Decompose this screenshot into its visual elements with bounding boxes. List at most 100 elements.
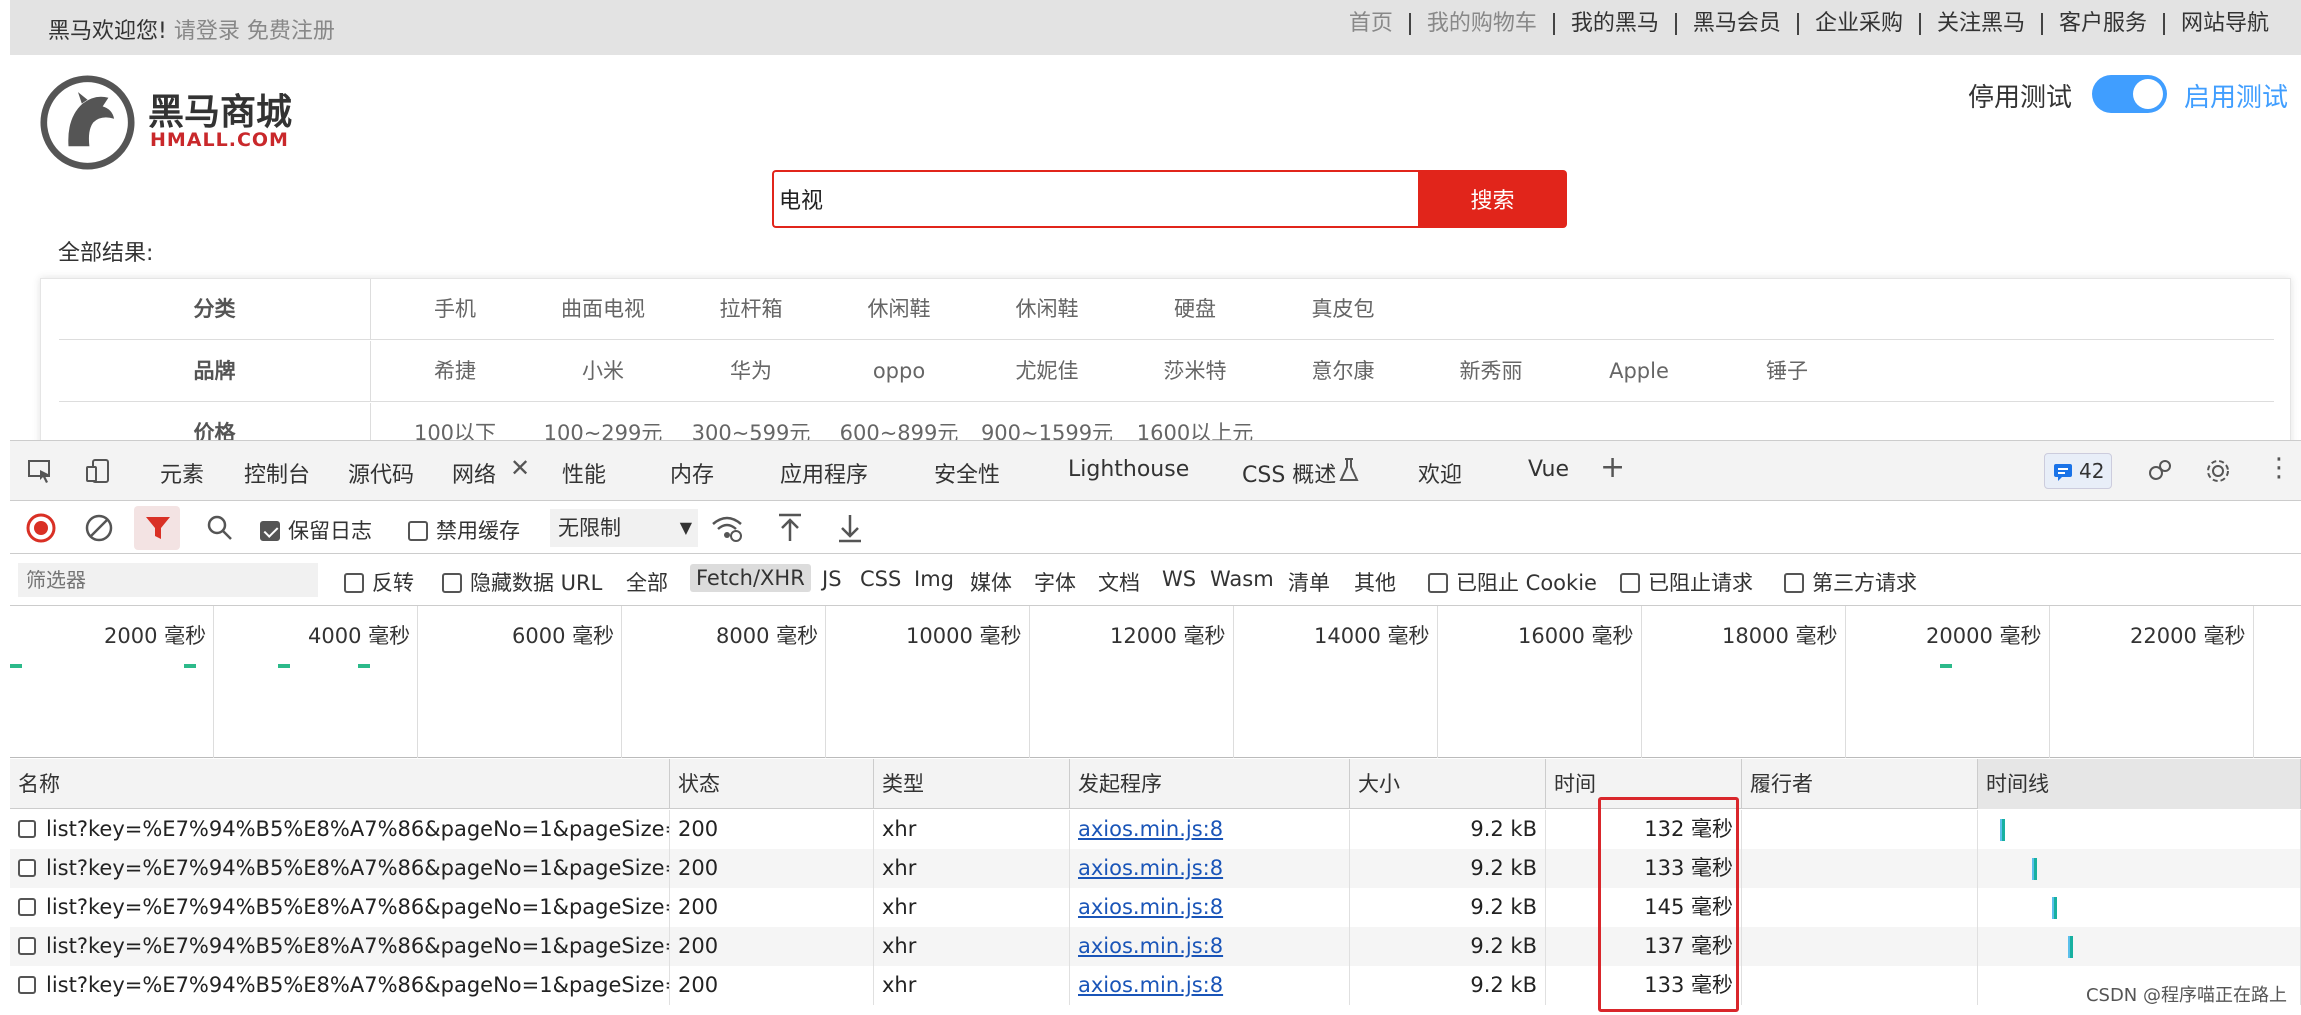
table-row[interactable]: list?key=%E7%94%B5%E8%A7%86&pageNo=1&pag…	[10, 849, 2301, 888]
column-header-size[interactable]: 大小	[1350, 759, 1546, 809]
issues-badge[interactable]: 42	[2044, 453, 2112, 489]
record-stop-icon[interactable]	[26, 513, 56, 543]
add-tab-icon[interactable]: +	[1600, 450, 1625, 485]
filter-option[interactable]: oppo	[825, 341, 973, 402]
third-party-checkbox[interactable]: 第三方请求	[1784, 567, 1917, 597]
device-toolbar-icon[interactable]	[84, 457, 112, 485]
type-filter-other[interactable]: 其他	[1354, 567, 1396, 597]
filter-option[interactable]: 锤子	[1713, 341, 1861, 402]
tab-network[interactable]: 网络	[452, 457, 496, 489]
clear-icon[interactable]	[84, 513, 114, 543]
type-filter-wasm[interactable]: Wasm	[1210, 567, 1274, 591]
tab-application[interactable]: 应用程序	[780, 457, 868, 489]
type-filter-doc[interactable]: 文档	[1098, 567, 1140, 597]
table-row[interactable]: list?key=%E7%94%B5%E8%A7%86&pageNo=1&pag…	[10, 888, 2301, 927]
network-conditions-icon[interactable]	[710, 512, 744, 544]
tab-elements[interactable]: 元素	[160, 457, 204, 489]
filter-option[interactable]: 曲面电视	[529, 279, 677, 340]
checkbox-unchecked[interactable]	[1428, 572, 1448, 593]
table-row[interactable]: list?key=%E7%94%B5%E8%A7%86&pageNo=1&pag…	[10, 927, 2301, 966]
login-link[interactable]: 请登录	[174, 19, 240, 44]
initiator-link[interactable]: axios.min.js:8	[1070, 927, 1350, 966]
type-filter-manifest[interactable]: 清单	[1288, 567, 1330, 597]
nav-enterprise[interactable]: 企业采购	[1796, 13, 1919, 35]
preserve-log-checkbox[interactable]: 保留日志	[260, 515, 372, 545]
column-header-status[interactable]: 状态	[670, 759, 874, 809]
filter-option[interactable]: 莎米特	[1121, 341, 1269, 402]
column-header-initiator[interactable]: 发起程序	[1070, 759, 1350, 809]
type-filter-media[interactable]: 媒体	[970, 567, 1012, 597]
checkbox-unchecked[interactable]	[408, 520, 428, 541]
filter-option[interactable]: 尤妮佳	[973, 341, 1121, 402]
type-filter-js[interactable]: JS	[822, 567, 842, 591]
tab-console[interactable]: 控制台	[244, 457, 310, 489]
filter-option[interactable]: 休闲鞋	[825, 279, 973, 340]
filter-option[interactable]: 拉杆箱	[677, 279, 825, 340]
checkbox-unchecked[interactable]	[344, 572, 364, 593]
filter-funnel-icon[interactable]	[144, 514, 172, 542]
hide-data-url-checkbox[interactable]: 隐藏数据 URL	[442, 567, 602, 597]
type-filter-ws[interactable]: WS	[1162, 567, 1196, 591]
filter-option[interactable]: 休闲鞋	[973, 279, 1121, 340]
initiator-link[interactable]: axios.min.js:8	[1070, 966, 1350, 1005]
type-filter-img[interactable]: Img	[914, 567, 954, 591]
column-header-waterfall[interactable]: 时间线	[1978, 759, 2301, 809]
checkbox-unchecked[interactable]	[442, 572, 462, 593]
initiator-link[interactable]: axios.min.js:8	[1070, 888, 1350, 927]
network-overview-timeline[interactable]: 2000 毫秒 4000 毫秒 6000 毫秒 8000 毫秒 10000 毫秒…	[10, 606, 2301, 758]
nav-home[interactable]: 首页	[1333, 13, 1409, 35]
filter-option[interactable]: 真皮包	[1269, 279, 1417, 340]
tab-memory[interactable]: 内存	[670, 457, 714, 489]
export-har-icon[interactable]	[836, 512, 864, 544]
filter-option[interactable]: 希捷	[381, 341, 529, 402]
import-har-icon[interactable]	[776, 512, 804, 544]
tab-welcome[interactable]: 欢迎	[1418, 457, 1462, 489]
table-row[interactable]: list?key=%E7%94%B5%E8%A7%86&pageNo=1&pag…	[10, 966, 2301, 1005]
search-button[interactable]: 搜索	[1418, 170, 1567, 228]
blocked-cookies-checkbox[interactable]: 已阻止 Cookie	[1428, 567, 1597, 597]
tab-security[interactable]: 安全性	[934, 457, 1000, 489]
search-icon[interactable]	[206, 514, 234, 542]
filter-option[interactable]: 手机	[381, 279, 529, 340]
type-filter-css[interactable]: CSS	[860, 567, 901, 591]
checkbox-unchecked[interactable]	[1620, 572, 1640, 593]
filter-option[interactable]: Apple	[1565, 341, 1713, 402]
nav-follow[interactable]: 关注黑马	[1918, 13, 2041, 35]
nav-membership[interactable]: 黑马会员	[1674, 13, 1797, 35]
table-row[interactable]: list?key=%E7%94%B5%E8%A7%86&pageNo=1&pag…	[10, 810, 2301, 849]
invert-checkbox[interactable]: 反转	[344, 567, 414, 597]
register-link[interactable]: 免费注册	[247, 19, 335, 44]
tab-css-overview[interactable]: CSS 概述	[1242, 457, 1336, 489]
user-settings-icon[interactable]	[2146, 457, 2174, 485]
blocked-requests-checkbox[interactable]: 已阻止请求	[1620, 567, 1753, 597]
type-filter-font[interactable]: 字体	[1034, 567, 1076, 597]
tab-vue[interactable]: Vue	[1528, 457, 1569, 482]
tab-performance[interactable]: 性能	[562, 457, 606, 489]
initiator-link[interactable]: axios.min.js:8	[1070, 849, 1350, 888]
search-input[interactable]	[772, 170, 1418, 228]
throttle-select[interactable]: 无限制 ▼	[550, 509, 698, 547]
checkbox-unchecked[interactable]	[1784, 572, 1804, 593]
column-header-fulfilled-by[interactable]: 履行者	[1742, 759, 1978, 809]
filter-option[interactable]: 意尔康	[1269, 341, 1417, 402]
column-header-type[interactable]: 类型	[874, 759, 1070, 809]
filter-option[interactable]: 新秀丽	[1417, 341, 1565, 402]
type-filter-fetch-xhr[interactable]: Fetch/XHR	[690, 564, 811, 592]
test-toggle-switch[interactable]	[2092, 75, 2167, 113]
inspect-element-icon[interactable]	[26, 457, 54, 485]
close-tab-icon[interactable]: ✕	[510, 454, 530, 482]
filter-option[interactable]: 硬盘	[1121, 279, 1269, 340]
tab-lighthouse[interactable]: Lighthouse	[1068, 457, 1189, 482]
gear-icon[interactable]	[2204, 457, 2232, 485]
network-filter-input[interactable]	[18, 563, 318, 597]
nav-service[interactable]: 客户服务	[2040, 13, 2163, 35]
nav-my-account[interactable]: 我的黑马	[1552, 13, 1675, 35]
tab-sources[interactable]: 源代码	[348, 457, 414, 489]
column-header-name[interactable]: 名称	[10, 759, 670, 809]
filter-option[interactable]: 华为	[677, 341, 825, 402]
disable-cache-checkbox[interactable]: 禁用缓存	[408, 515, 520, 545]
type-filter-all[interactable]: 全部	[626, 567, 668, 597]
checkbox-checked[interactable]	[260, 520, 280, 541]
filter-option[interactable]: 小米	[529, 341, 677, 402]
horse-logo-icon[interactable]	[40, 75, 135, 170]
